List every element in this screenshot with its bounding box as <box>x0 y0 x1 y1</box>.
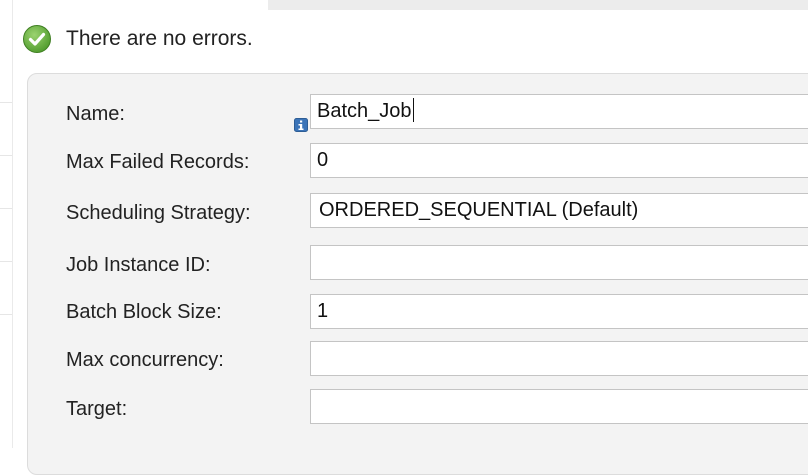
rail-divider <box>0 208 12 209</box>
name-label: Name: <box>66 103 125 125</box>
target-label: Target: <box>66 398 128 420</box>
status-message: There are no errors. <box>66 27 253 50</box>
rail-divider <box>0 261 12 262</box>
name-field-value: Batch_Job <box>317 100 412 122</box>
text-cursor <box>412 97 414 122</box>
job-instance-id-label: Job Instance ID: <box>66 254 211 276</box>
check-circle-icon <box>23 25 51 53</box>
left-rail <box>0 0 13 448</box>
max-failed-records-field[interactable]: 0 <box>310 143 808 178</box>
target-field[interactable] <box>310 389 808 424</box>
max-failed-records-label: Max Failed Records: <box>66 151 250 173</box>
info-icon[interactable] <box>294 118 308 132</box>
rail-divider <box>0 155 12 156</box>
max-concurrency-field[interactable] <box>310 341 808 376</box>
name-field[interactable]: Batch_Job <box>310 94 808 129</box>
rail-divider <box>0 314 12 315</box>
validation-status: There are no errors. <box>22 20 253 58</box>
batch-block-size-field[interactable]: 1 <box>310 294 808 329</box>
job-instance-id-field[interactable] <box>310 245 808 280</box>
max-concurrency-label: Max concurrency: <box>66 349 224 371</box>
scheduling-strategy-select[interactable]: ORDERED_SEQUENTIAL (Default) <box>310 193 808 228</box>
scheduling-strategy-label: Scheduling Strategy: <box>66 202 251 224</box>
top-toolbar-strip <box>268 0 808 10</box>
rail-divider <box>0 102 12 103</box>
batch-block-size-label: Batch Block Size: <box>66 301 222 323</box>
